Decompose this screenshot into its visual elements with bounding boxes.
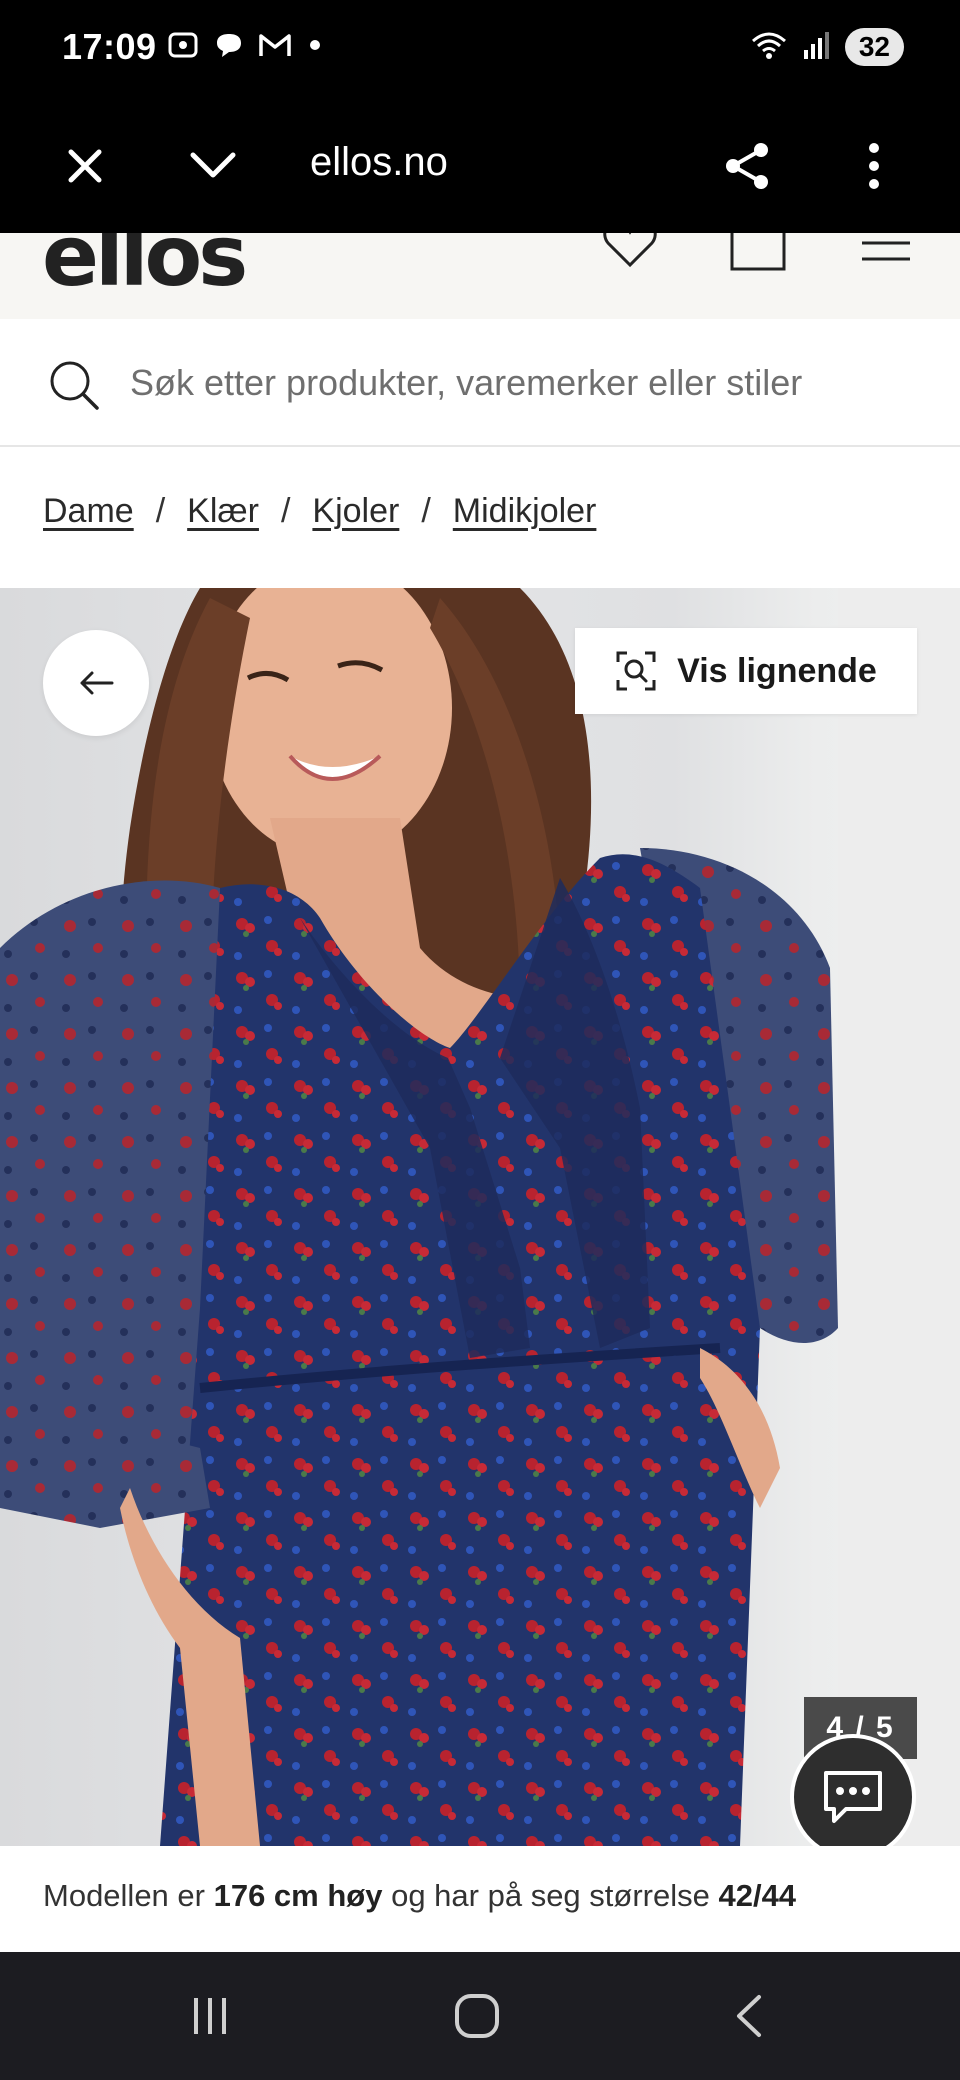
model-info-text: Modellen er 176 cm høy og har på seg stø… xyxy=(43,1878,796,1914)
battery-indicator: 32 xyxy=(844,28,904,66)
breadcrumb-link-dame[interactable]: Dame xyxy=(43,492,134,531)
breadcrumb-separator: / xyxy=(155,492,166,530)
breadcrumb-link-midikjoler[interactable]: Midikjoler xyxy=(453,492,597,531)
product-image-gallery[interactable]: Vis lignende 4 / 5 xyxy=(0,588,960,1846)
breadcrumb-separator: / xyxy=(280,492,291,530)
model-height: 176 cm høy xyxy=(213,1878,383,1913)
cart-bag-icon[interactable] xyxy=(728,233,788,273)
recent-apps-icon xyxy=(194,1998,226,2034)
menu-hamburger-icon[interactable] xyxy=(856,233,916,273)
back-chevron-icon xyxy=(737,1995,761,2037)
arrow-left-icon xyxy=(80,671,114,695)
chevron-down-icon xyxy=(190,152,236,178)
more-options-button[interactable] xyxy=(836,128,912,204)
home-button[interactable] xyxy=(447,1986,507,2046)
chat-icon xyxy=(824,1771,882,1823)
home-icon xyxy=(455,1994,499,2038)
model-info-prefix: Modellen er xyxy=(43,1878,214,1913)
breadcrumb-link-kjoler[interactable]: Kjoler xyxy=(312,492,399,531)
close-tab-button[interactable] xyxy=(47,128,123,204)
system-navigation-bar xyxy=(0,1952,960,2080)
share-button[interactable] xyxy=(709,128,785,204)
chat-bubble-icon xyxy=(212,30,246,60)
wifi-icon xyxy=(749,29,789,66)
status-time: 17:09 xyxy=(62,26,157,67)
product-photo xyxy=(0,588,960,1846)
more-notifications-dot xyxy=(310,40,320,50)
browser-toolbar: ellos.no xyxy=(0,100,960,233)
close-icon xyxy=(68,149,102,183)
search-bar xyxy=(0,319,960,447)
show-similar-button[interactable]: Vis lignende xyxy=(575,628,917,714)
notification-icons xyxy=(166,30,320,60)
breadcrumb-separator: / xyxy=(421,492,431,530)
gmail-icon xyxy=(258,30,292,60)
system-status: 32 xyxy=(749,28,904,66)
url-display[interactable]: ellos.no xyxy=(310,140,448,185)
breadcrumb: Dame / Klær / Kjoler / Midikjoler xyxy=(43,492,596,531)
back-arrow-button[interactable] xyxy=(43,630,149,736)
signal-icon xyxy=(803,30,831,65)
search-input[interactable] xyxy=(130,353,930,413)
recent-apps-button[interactable] xyxy=(180,1986,240,2046)
share-icon xyxy=(726,143,768,189)
visual-search-icon xyxy=(616,651,656,691)
ellos-logo[interactable]: ellos xyxy=(42,233,248,305)
model-info-bar: Modellen er 176 cm høy og har på seg stø… xyxy=(0,1846,960,1952)
breadcrumb-link-klaer[interactable]: Klær xyxy=(187,492,259,531)
model-info-middle: og har på seg størrelse xyxy=(382,1878,719,1913)
model-size: 42/44 xyxy=(718,1878,797,1913)
more-vertical-icon xyxy=(869,143,879,189)
screenshot-icon xyxy=(166,30,200,60)
back-button[interactable] xyxy=(718,1986,778,2046)
status-bar: 17:09 32 xyxy=(0,0,960,100)
collapse-toolbar-button[interactable] xyxy=(175,128,251,204)
site-header: ellos xyxy=(0,233,960,319)
show-similar-label: Vis lignende xyxy=(677,651,877,690)
search-icon xyxy=(48,359,100,411)
wishlist-heart-icon[interactable] xyxy=(600,233,660,273)
